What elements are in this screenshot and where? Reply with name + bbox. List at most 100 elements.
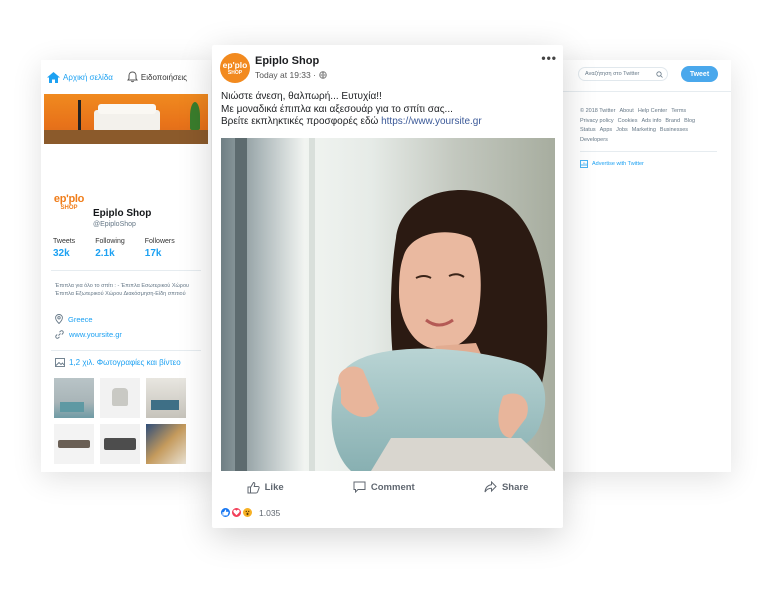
- photo-thumb[interactable]: [100, 424, 140, 464]
- divider: [51, 270, 201, 271]
- profile-website[interactable]: www.yoursite.gr: [55, 330, 122, 339]
- footer-link[interactable]: Apps: [600, 127, 613, 133]
- post-timestamp[interactable]: Today at 19:33 ·: [255, 70, 316, 80]
- footer-link[interactable]: Developers: [580, 137, 608, 143]
- love-reaction-icon: [231, 507, 242, 518]
- advertise-link[interactable]: Advertise with Twitter: [580, 160, 644, 168]
- stage: Αρχική σελίδα Ειδοποιήσεις ep'plo SHOP E…: [0, 0, 772, 598]
- footer-link[interactable]: Terms: [671, 108, 686, 114]
- link-icon: [55, 330, 64, 339]
- home-icon: [47, 71, 60, 83]
- like-label: Like: [264, 481, 284, 493]
- share-button[interactable]: Share: [484, 481, 528, 493]
- page-avatar[interactable]: ep'plo SHOP: [220, 53, 250, 83]
- stat-followers[interactable]: Followers 17k: [145, 238, 175, 259]
- stat-following[interactable]: Following 2.1k: [95, 238, 125, 259]
- post-photo[interactable]: [221, 138, 555, 471]
- advertise-text: Advertise with Twitter: [592, 161, 644, 167]
- chart-icon: [580, 160, 588, 168]
- share-icon: [484, 481, 497, 493]
- footer-link[interactable]: Cookies: [618, 118, 638, 124]
- more-dots-icon[interactable]: •••: [541, 51, 557, 65]
- tweet-button[interactable]: Tweet: [681, 66, 718, 82]
- post-text-line3: Βρείτε εκπληκτικές προσφορές εδώ https:/…: [221, 116, 557, 129]
- nav-notifications[interactable]: Ειδοποιήσεις: [126, 71, 188, 83]
- thumbs-up-icon: [247, 481, 260, 493]
- post-text: Νιώστε άνεση, θαλπωρή... Ευτυχία!! Με μο…: [221, 91, 557, 129]
- twitter-profile-card: Αρχική σελίδα Ειδοποιήσεις ep'plo SHOP E…: [41, 60, 211, 472]
- logo-line1: ep'plo: [53, 193, 85, 205]
- website-text[interactable]: www.yoursite.gr: [69, 330, 122, 339]
- comment-label: Comment: [370, 481, 415, 493]
- photo-thumb[interactable]: [100, 378, 140, 418]
- footer-link[interactable]: Help Center: [638, 108, 667, 114]
- stat-value: 32k: [53, 248, 70, 259]
- photos-header[interactable]: 1,2 χιλ. Φωτογραφίες και βίντεο: [55, 358, 181, 367]
- footer-link[interactable]: Marketing: [632, 127, 656, 133]
- profile-banner: [44, 94, 208, 144]
- share-label: Share: [501, 481, 529, 493]
- footer-link[interactable]: Status: [580, 127, 596, 133]
- image-icon: [55, 358, 65, 367]
- footer-link[interactable]: Businesses: [660, 127, 688, 133]
- stat-label: Following: [95, 238, 125, 245]
- divider: [51, 350, 201, 351]
- globe-icon: [319, 71, 327, 79]
- profile-stats: Tweets 32k Following 2.1k Followers 17k: [53, 238, 175, 259]
- photo-thumb[interactable]: [146, 378, 186, 418]
- reaction-count: 1.035: [259, 507, 281, 518]
- divider: [580, 151, 717, 152]
- page-name[interactable]: Epiplo Shop: [255, 55, 319, 67]
- stat-label: Tweets: [53, 238, 76, 245]
- bell-icon: [126, 71, 138, 83]
- banner-lamp: [78, 100, 81, 130]
- profile-logo[interactable]: ep'plo SHOP: [49, 184, 89, 222]
- location-text: Greece: [68, 314, 93, 324]
- avatar-line2: SHOP: [227, 69, 243, 76]
- facebook-post-card: ep'plo SHOP Epiplo Shop Today at 19:33 ·…: [212, 45, 563, 528]
- footer-link: © 2018 Twitter: [580, 108, 616, 114]
- reactions-summary[interactable]: 1.035: [220, 507, 280, 518]
- profile-bio: Έπιπλα για όλο το σπίτι : - Έπιπλα Εσωτε…: [55, 283, 190, 297]
- post-actions: Like Comment Share: [212, 476, 563, 498]
- stat-value: 17k: [144, 248, 162, 259]
- stat-value: 2.1k: [95, 248, 115, 259]
- woman-with-pillow-illustration: [221, 138, 555, 471]
- twitter-sidebar-card: Αναζήτηση στο Twitter Tweet © 2018 Twitt…: [560, 60, 731, 472]
- wow-reaction-icon: [242, 507, 253, 518]
- comment-icon: [353, 481, 366, 493]
- photo-thumb[interactable]: [146, 424, 186, 464]
- divider: [560, 91, 731, 92]
- banner-plant: [190, 102, 200, 130]
- footer-link[interactable]: Jobs: [616, 127, 628, 133]
- search-input[interactable]: Αναζήτηση στο Twitter: [578, 67, 668, 81]
- nav-home-label: Αρχική σελίδα: [63, 72, 113, 82]
- comment-button[interactable]: Comment: [353, 481, 415, 493]
- footer-link[interactable]: Brand: [665, 118, 680, 124]
- nav-home[interactable]: Αρχική σελίδα: [47, 71, 113, 83]
- post-link[interactable]: https://www.yoursite.gr: [381, 116, 482, 127]
- profile-handle: @EpiploShop: [93, 221, 136, 228]
- twitter-nav: Αρχική σελίδα Ειδοποιήσεις: [41, 64, 211, 90]
- photo-grid: [54, 378, 186, 464]
- stat-label: Followers: [144, 238, 175, 245]
- footer-link[interactable]: Privacy policy: [580, 118, 614, 124]
- post-text-line1: Νιώστε άνεση, θαλπωρή... Ευτυχία!!: [221, 91, 382, 102]
- nav-notifications-label: Ειδοποιήσεις: [140, 72, 188, 82]
- like-button[interactable]: Like: [247, 481, 284, 494]
- search-placeholder: Αναζήτηση στο Twitter: [585, 71, 640, 77]
- footer-link[interactable]: Ads info: [642, 118, 662, 124]
- post-meta: Today at 19:33 ·: [255, 70, 327, 80]
- location-pin-icon: [55, 314, 63, 324]
- logo-line2: SHOP: [60, 205, 78, 211]
- post-text-line2: Με μοναδικά έπιπλα και αξεσουάρ για το σ…: [221, 103, 453, 115]
- footer-link[interactable]: Blog: [684, 118, 695, 124]
- photo-thumb[interactable]: [54, 378, 94, 418]
- photo-thumb[interactable]: [54, 424, 94, 464]
- footer-link[interactable]: About: [619, 108, 633, 114]
- search-icon: [656, 70, 663, 78]
- banner-floor: [44, 130, 208, 144]
- stat-tweets[interactable]: Tweets 32k: [53, 238, 75, 259]
- photos-label: 1,2 χιλ. Φωτογραφίες και βίντεο: [69, 358, 181, 367]
- profile-name[interactable]: Epiplo Shop: [93, 208, 151, 219]
